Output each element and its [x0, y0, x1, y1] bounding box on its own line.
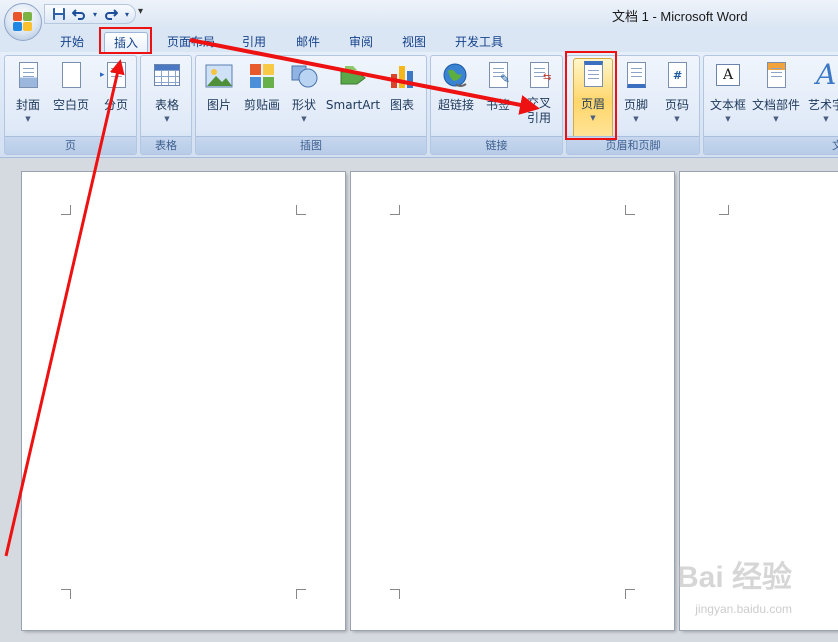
chevron-down-icon: ▼ — [674, 115, 680, 123]
ribbon: 封面 ▼ 空白页 ▸ 分页 页 表格 ▼ 表格 图片 剪贴画 形状 ▼ Smar… — [0, 52, 838, 158]
group-label-tables: 表格 — [141, 136, 191, 154]
quick-parts-icon — [762, 62, 790, 92]
highlight-insert-tab — [99, 27, 152, 54]
cross-reference-button[interactable]: ⇆ 交叉 引用 — [519, 60, 559, 132]
watermark-logo: Bai 经验 — [676, 561, 792, 594]
chevron-down-icon: ▼ — [633, 115, 639, 123]
chevron-down-icon: ▼ — [25, 115, 31, 123]
title-bar: ▾ ▾ ▾ 文档 1 - Microsoft Word — [0, 0, 838, 28]
group-links: 超链接 ✎ 书签 ⇆ 交叉 引用 链接 — [430, 55, 563, 155]
picture-icon — [205, 62, 233, 92]
tab-developer[interactable]: 开发工具 — [448, 32, 510, 52]
wordart-button[interactable]: A 艺术字 ▼ — [804, 58, 838, 132]
chevron-down-icon: ▼ — [823, 115, 829, 123]
tab-home[interactable]: 开始 — [52, 32, 92, 52]
office-button[interactable] — [4, 3, 42, 41]
group-tables: 表格 ▼ 表格 — [140, 55, 192, 155]
clip-art-icon — [248, 62, 276, 92]
tab-review[interactable]: 审阅 — [341, 32, 381, 52]
smartart-button[interactable]: SmartArt — [324, 60, 382, 132]
window-title: 文档 1 - Microsoft Word — [612, 9, 748, 24]
office-logo-icon — [13, 12, 33, 32]
group-text: A 文本框 ▼ 文档部件 ▼ A 艺术字 ▼ 文 — [703, 55, 838, 155]
document-page-1[interactable] — [22, 172, 345, 630]
save-icon[interactable] — [51, 6, 67, 22]
picture-button[interactable]: 图片 — [202, 60, 236, 132]
chart-button[interactable]: 图表 — [384, 60, 420, 132]
table-icon — [153, 62, 181, 92]
customize-qat-button[interactable]: ▾ — [138, 6, 143, 17]
crop-mark — [296, 589, 306, 599]
smartart-icon — [339, 62, 367, 92]
text-box-button[interactable]: A 文本框 ▼ — [708, 60, 748, 132]
wordart-icon: A — [816, 58, 837, 91]
table-button[interactable]: 表格 ▼ — [149, 60, 185, 132]
redo-icon[interactable] — [103, 6, 119, 22]
page-number-icon: # — [663, 62, 691, 92]
blank-page-icon — [57, 62, 85, 92]
document-area[interactable]: Bai 经验 jingyan.baidu.com — [0, 158, 838, 642]
cover-page-icon — [14, 62, 42, 92]
chart-icon — [388, 62, 416, 92]
chevron-down-icon: ▼ — [725, 115, 731, 123]
highlight-header-button — [565, 51, 617, 140]
cover-page-button[interactable]: 封面 ▼ — [9, 60, 47, 132]
tab-page-layout[interactable]: 页面布局 — [160, 32, 222, 52]
footer-button[interactable]: 页脚 ▼ — [617, 60, 655, 132]
crop-mark — [61, 589, 71, 599]
chevron-down-icon: ▼ — [301, 115, 307, 123]
group-label-pages: 页 — [5, 136, 136, 154]
chevron-down-icon: ▼ — [773, 115, 779, 123]
shapes-button[interactable]: 形状 ▼ — [286, 60, 322, 132]
crop-mark — [296, 205, 306, 215]
crop-mark — [625, 205, 635, 215]
redo-dropdown-icon[interactable]: ▾ — [123, 6, 131, 22]
clip-art-button[interactable]: 剪贴画 — [240, 60, 284, 132]
group-label-text: 文 — [704, 136, 838, 154]
page-number-button[interactable]: # 页码 ▼ — [657, 60, 697, 132]
blank-page-button[interactable]: 空白页 — [49, 60, 93, 132]
undo-dropdown-icon[interactable]: ▾ — [91, 6, 99, 22]
hyperlink-button[interactable]: 超链接 — [434, 60, 478, 132]
text-box-icon: A — [714, 62, 742, 92]
group-pages: 封面 ▼ 空白页 ▸ 分页 页 — [4, 55, 137, 155]
watermark-url: jingyan.baidu.com — [695, 602, 792, 616]
shapes-icon — [290, 62, 318, 92]
cross-reference-icon: ⇆ — [525, 62, 553, 92]
chevron-down-icon: ▼ — [164, 115, 170, 123]
crop-mark — [61, 205, 71, 215]
tab-mailings[interactable]: 邮件 — [288, 32, 328, 52]
group-label-illustrations: 插图 — [196, 136, 426, 154]
bookmark-button[interactable]: ✎ 书签 — [481, 60, 515, 132]
tab-view[interactable]: 视图 — [394, 32, 434, 52]
hyperlink-globe-icon — [442, 62, 470, 92]
crop-mark — [390, 205, 400, 215]
document-page-2[interactable] — [351, 172, 674, 630]
page-break-button[interactable]: ▸ 分页 — [97, 60, 135, 132]
group-label-links: 链接 — [431, 136, 562, 154]
quick-parts-button[interactable]: 文档部件 ▼ — [750, 60, 802, 132]
tab-references[interactable]: 引用 — [234, 32, 274, 52]
footer-icon — [622, 62, 650, 92]
undo-icon[interactable] — [71, 6, 87, 22]
crop-mark — [625, 589, 635, 599]
crop-mark — [719, 205, 729, 215]
quick-access-toolbar: ▾ ▾ — [44, 4, 136, 24]
crop-mark — [390, 589, 400, 599]
group-illustrations: 图片 剪贴画 形状 ▼ SmartArt 图表 插图 — [195, 55, 427, 155]
page-break-icon: ▸ — [100, 62, 130, 92]
bookmark-icon: ✎ — [484, 62, 512, 92]
